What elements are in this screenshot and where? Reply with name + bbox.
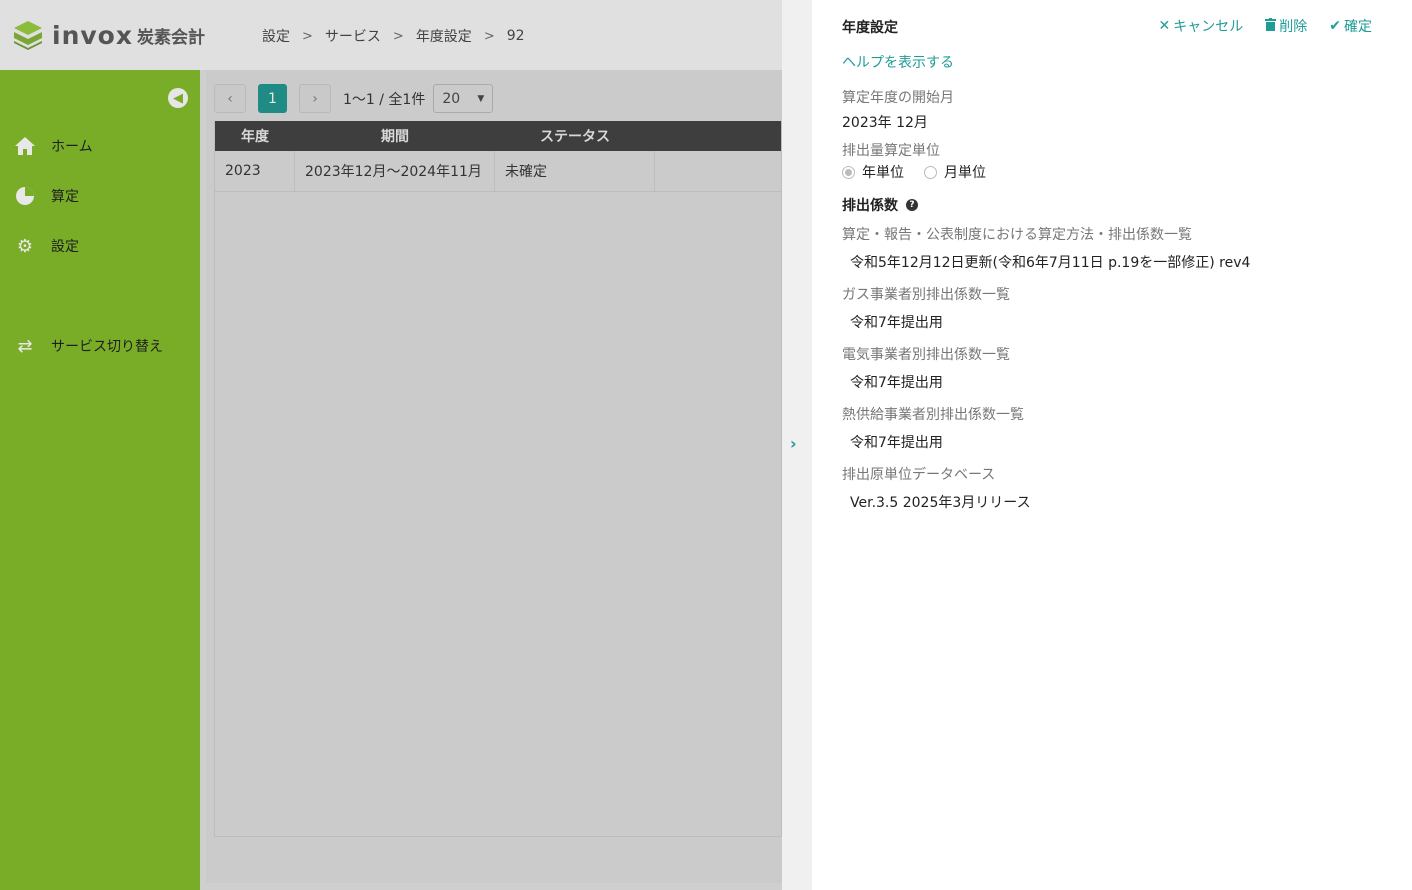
page-button-current[interactable]: 1 [258,84,287,113]
prev-page-button[interactable]: ‹ [214,84,246,113]
detail-panel: 年度設定 ✕ キャンセル 削除 ✔ 確定 ヘルプを表示する 算定年度の開始月 2… [812,0,1412,890]
close-icon: ✕ [1158,18,1171,34]
trash-icon [1265,17,1277,35]
caret-down-icon: ▼ [477,93,485,104]
collapse-sidebar-icon[interactable]: ◀ [168,88,188,108]
unit-option-month[interactable]: 月単位 [924,162,986,182]
cancel-label: キャンセル [1173,19,1244,35]
help-question-icon[interactable]: ? [906,199,918,211]
pagination: ‹ 1 › 1〜1 / 全1件 20 ▼ [214,84,494,113]
sidebar: ◀ ホーム 算定 ⚙ 設定 ⇄ サービス切り替え [0,70,200,890]
breadcrumb-service[interactable]: サービス [325,26,381,46]
unit-option-label: 月単位 [944,165,986,181]
radio-checked-icon[interactable] [842,165,855,179]
chevron-right-icon: > [392,28,404,44]
next-page-button[interactable]: › [299,84,331,113]
sidebar-item-label: 算定 [51,189,79,205]
home-icon [14,135,36,157]
breadcrumb: 設定 > サービス > 年度設定 > 92 [262,26,525,46]
delete-label: 削除 [1279,19,1308,35]
breadcrumb-fiscal-year[interactable]: 年度設定 [416,26,472,46]
panel-actions: ✕ キャンセル 削除 ✔ 確定 [1137,16,1372,36]
cell-year: 2023 [215,151,295,191]
sidebar-item-label: 設定 [51,239,79,255]
logo-subtitle: 炭素会計 [136,27,205,48]
coeff-section-label: 排出係数 [842,198,898,214]
breadcrumb-current: 92 [506,28,525,44]
page-size-value: 20 [442,90,461,107]
coeff-value: 令和7年提出用 [850,435,943,451]
unit-option-label: 年単位 [862,165,904,181]
panel-gutter: › [782,0,812,890]
confirm-label: 確定 [1344,19,1372,35]
page-size-select[interactable]: 20 ▼ [433,84,494,113]
cell-status: 未確定 [495,151,655,191]
pie-chart-icon [14,185,36,207]
logo[interactable]: invox 炭素会計 [12,19,205,51]
gear-icon: ⚙ [16,235,34,257]
table-header: 年度 期間 ステータス [215,121,781,151]
coeff-label: 算定・報告・公表制度における算定方法・排出係数一覧 [842,227,1192,243]
sidebar-item-service-switch[interactable]: ⇄ サービス切り替え [14,335,163,357]
table-row[interactable]: 2023 2023年12月〜2024年11月 未確定 [215,151,781,192]
unit-option-year[interactable]: 年単位 [842,162,904,182]
breadcrumb-settings[interactable]: 設定 [262,26,290,46]
logo-text: invox [52,20,133,50]
column-header-period[interactable]: 期間 [295,121,495,151]
panel-title: 年度設定 [842,20,898,36]
chevron-right-icon[interactable]: › [790,434,797,453]
sidebar-item-home[interactable]: ホーム [14,135,93,157]
logo-icon [12,19,44,51]
unit-label: 排出量算定単位 [842,143,940,159]
sidebar-item-label: サービス切り替え [51,339,163,355]
chevron-right-icon: > [302,28,313,44]
check-icon: ✔ [1329,18,1341,34]
delete-button[interactable]: 削除 [1265,16,1307,36]
cancel-button[interactable]: ✕ キャンセル [1159,16,1244,36]
pagination-info: 1〜1 / 全1件 [343,91,426,108]
confirm-button[interactable]: ✔ 確定 [1329,16,1372,36]
coeff-value: 令和7年提出用 [850,375,943,391]
coeff-value: 令和7年提出用 [850,315,943,331]
coeff-value: Ver.3.5 2025年3月リリース [850,495,1031,511]
app-header: invox 炭素会計 設定 > サービス > 年度設定 > 92 [0,0,782,70]
unit-radio-group: 年単位 月単位 [842,162,1006,182]
coeff-value: 令和5年12月12日更新(令和6年7月11日 p.19を一部修正) rev4 [850,255,1251,271]
sidebar-item-settings[interactable]: ⚙ 設定 [14,235,79,257]
switch-icon: ⇄ [17,335,33,357]
start-month-value: 2023年 12月 [842,115,928,131]
column-header-status[interactable]: ステータス [495,121,655,151]
help-link[interactable]: ヘルプを表示する [842,52,954,72]
sidebar-item-calculation[interactable]: 算定 [14,185,79,207]
coeff-label: 電気事業者別排出係数一覧 [842,347,1010,363]
main-content: ‹ 1 › 1〜1 / 全1件 20 ▼ 年度 期間 ステータス 2023 20… [200,70,782,890]
radio-unchecked-icon[interactable] [924,165,937,179]
coeff-label: 排出原単位データベース [842,467,996,483]
start-month-label: 算定年度の開始月 [842,90,954,106]
cell-period: 2023年12月〜2024年11月 [295,151,495,191]
coeff-label: ガス事業者別排出係数一覧 [842,287,1010,303]
sidebar-item-label: ホーム [51,139,93,155]
coeff-label: 熱供給事業者別排出係数一覧 [842,407,1024,423]
coeff-section-title: 排出係数 ? [842,195,918,215]
column-header-year[interactable]: 年度 [215,121,295,151]
chevron-right-icon: > [483,28,495,44]
fiscal-year-table: 年度 期間 ステータス 2023 2023年12月〜2024年11月 未確定 [214,121,782,837]
main-panel: ‹ 1 › 1〜1 / 全1件 20 ▼ 年度 期間 ステータス 2023 20… [206,70,782,883]
